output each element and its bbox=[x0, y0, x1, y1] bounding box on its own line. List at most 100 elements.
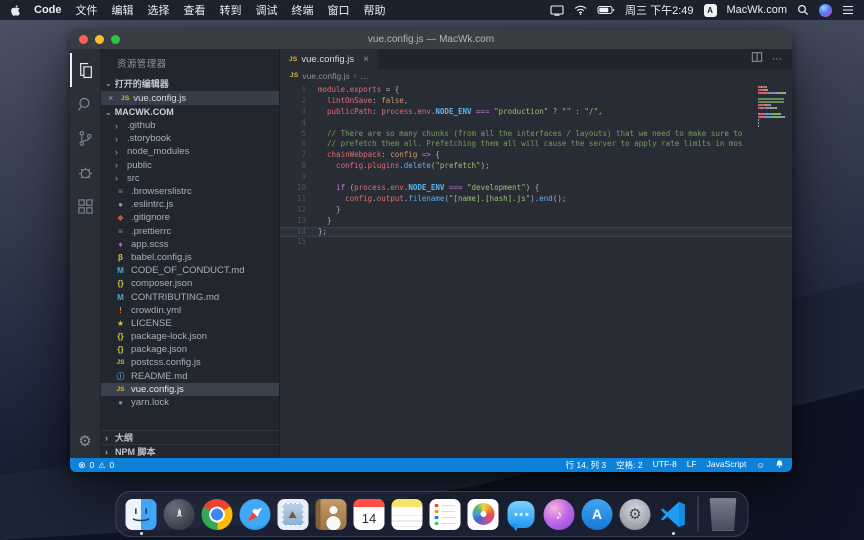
workspace-root-header[interactable]: ⌄ MACWK.COM bbox=[101, 105, 279, 119]
tree-item-.storybook[interactable]: ›.storybook bbox=[101, 132, 279, 145]
split-editor-icon[interactable] bbox=[751, 50, 763, 68]
extensions-icon[interactable] bbox=[70, 189, 100, 223]
tree-item-babel.config.js[interactable]: βbabel.config.js bbox=[101, 251, 279, 264]
tree-item-yarn.lock[interactable]: ●yarn.lock bbox=[101, 396, 279, 409]
dock-launchpad-icon[interactable] bbox=[164, 499, 195, 530]
open-editor-item[interactable]: × JS vue.config.js bbox=[101, 91, 279, 105]
dock-messages-icon[interactable] bbox=[506, 499, 537, 530]
window-title-bar[interactable]: vue.config.js — MacWk.com bbox=[70, 30, 792, 49]
tree-item-src[interactable]: ›src bbox=[101, 172, 279, 185]
dock-contacts-icon[interactable] bbox=[316, 499, 347, 530]
code-line-7[interactable]: 7 chainWebpack: config => { bbox=[280, 150, 792, 161]
menu-item-调试[interactable]: 调试 bbox=[256, 5, 278, 17]
input-method-icon[interactable]: A bbox=[704, 4, 717, 17]
battery-icon[interactable] bbox=[597, 5, 615, 15]
open-editors-header[interactable]: ⌄ 打开的编辑器 bbox=[101, 76, 279, 91]
menu-clock[interactable]: 周三 下午2:49 bbox=[625, 2, 693, 18]
code-line-9[interactable]: 9 bbox=[280, 172, 792, 183]
minimize-button[interactable] bbox=[95, 35, 104, 44]
dock-mail-icon[interactable] bbox=[278, 499, 309, 530]
status-item[interactable]: 空格: 2 bbox=[616, 459, 642, 471]
code-line-8[interactable]: 8 config.plugins.delete("prefetch"); bbox=[280, 161, 792, 172]
tree-item-vue.config.js[interactable]: JSvue.config.js bbox=[101, 383, 279, 396]
tree-item-node_modules[interactable]: ›node_modules bbox=[101, 145, 279, 158]
spotlight-search-icon[interactable] bbox=[797, 4, 809, 16]
errors-count[interactable]: 0 bbox=[90, 460, 95, 470]
status-item[interactable]: JavaScript bbox=[707, 459, 747, 471]
tree-item-postcss.config.js[interactable]: JSpostcss.config.js bbox=[101, 356, 279, 369]
dock-itunes-icon[interactable]: ♪ bbox=[544, 499, 575, 530]
dock-trash-icon[interactable] bbox=[708, 499, 739, 530]
dock-appstore-icon[interactable]: A bbox=[582, 499, 613, 530]
status-item[interactable]: LF bbox=[687, 459, 697, 471]
feedback-smiley-icon[interactable]: ☺ bbox=[756, 460, 765, 470]
zoom-button[interactable] bbox=[111, 35, 120, 44]
dock-system-preferences-icon[interactable]: ⚙ bbox=[620, 499, 651, 530]
dock-reminders-icon[interactable] bbox=[430, 499, 461, 530]
dock-safari-icon[interactable] bbox=[240, 499, 271, 530]
minimap[interactable] bbox=[758, 86, 786, 131]
source-control-icon[interactable] bbox=[70, 121, 100, 155]
apple-menu-icon[interactable] bbox=[10, 4, 21, 17]
menu-item-终端[interactable]: 终端 bbox=[292, 5, 314, 17]
code-line-2[interactable]: 2 lintOnSave: false, bbox=[280, 96, 792, 107]
screen-mirroring-icon[interactable] bbox=[550, 5, 564, 16]
debug-icon[interactable] bbox=[70, 155, 100, 189]
menu-item-转到[interactable]: 转到 bbox=[220, 5, 242, 17]
warnings-count[interactable]: 0 bbox=[109, 460, 114, 470]
tree-item-.github[interactable]: ›.github bbox=[101, 119, 279, 132]
code-line-15[interactable]: 15 bbox=[280, 237, 792, 248]
status-item[interactable]: UTF-8 bbox=[653, 459, 677, 471]
npm-scripts-section-header[interactable]: › NPM 脚本 bbox=[101, 444, 279, 458]
tree-item-.browserslistrc[interactable]: ≡.browserslistrc bbox=[101, 185, 279, 198]
menu-item-窗口[interactable]: 窗口 bbox=[328, 5, 350, 17]
close-button[interactable] bbox=[79, 35, 88, 44]
code-line-13[interactable]: 13 } bbox=[280, 216, 792, 227]
notification-center-icon[interactable] bbox=[842, 5, 854, 15]
code-line-11[interactable]: 11 config.output.filename("[name].[hash]… bbox=[280, 194, 792, 205]
siri-icon[interactable] bbox=[819, 4, 832, 17]
tree-item-CODE_OF_CONDUCT.md[interactable]: MCODE_OF_CONDUCT.md bbox=[101, 264, 279, 277]
breadcrumb-symbol[interactable]: … bbox=[360, 71, 369, 81]
explorer-icon[interactable] bbox=[70, 53, 100, 87]
code-line-3[interactable]: 3 publicPath: process.env.NODE_ENV === "… bbox=[280, 107, 792, 118]
warnings-icon[interactable]: ⚠ bbox=[98, 461, 105, 470]
wifi-icon[interactable] bbox=[574, 5, 587, 15]
tree-item-LICENSE[interactable]: ★LICENSE bbox=[101, 317, 279, 330]
tree-item-package.json[interactable]: {}package.json bbox=[101, 343, 279, 356]
menu-item-文件[interactable]: 文件 bbox=[76, 5, 98, 17]
settings-gear-icon[interactable]: ⚙ bbox=[78, 429, 91, 453]
code-line-1[interactable]: 1module.exports = { bbox=[280, 85, 792, 96]
menu-item-帮助[interactable]: 帮助 bbox=[364, 5, 386, 17]
status-item[interactable]: 行 14, 列 3 bbox=[566, 459, 607, 471]
menu-extra-label[interactable]: MacWk.com bbox=[727, 4, 788, 16]
tree-item-composer.json[interactable]: {}composer.json bbox=[101, 277, 279, 290]
outline-section-header[interactable]: › 大纲 bbox=[101, 430, 279, 444]
dock-notes-icon[interactable] bbox=[392, 499, 423, 530]
tree-item-README.md[interactable]: ⓘREADME.md bbox=[101, 370, 279, 383]
errors-icon[interactable]: ⊗ bbox=[78, 460, 86, 471]
app-menu-code[interactable]: Code bbox=[34, 4, 62, 16]
close-file-icon[interactable]: × bbox=[108, 93, 117, 103]
more-actions-icon[interactable]: ⋯ bbox=[772, 54, 783, 65]
code-line-4[interactable]: 4 bbox=[280, 118, 792, 129]
dock-chrome-icon[interactable] bbox=[202, 499, 233, 530]
code-line-5[interactable]: 5 // There are so many chunks (from all … bbox=[280, 129, 792, 140]
tree-item-app.scss[interactable]: ♦app.scss bbox=[101, 238, 279, 251]
menu-item-编辑[interactable]: 编辑 bbox=[112, 5, 134, 17]
menu-item-选择[interactable]: 选择 bbox=[148, 5, 170, 17]
tab-close-icon[interactable]: × bbox=[363, 54, 369, 65]
dock-photos-icon[interactable] bbox=[468, 499, 499, 530]
tree-item-package-lock.json[interactable]: {}package-lock.json bbox=[101, 330, 279, 343]
dock-finder-icon[interactable] bbox=[126, 499, 157, 530]
tree-item-.eslintrc.js[interactable]: ●.eslintrc.js bbox=[101, 198, 279, 211]
menu-item-查看[interactable]: 查看 bbox=[184, 5, 206, 17]
tree-item-crowdin.yml[interactable]: !crowdin.yml bbox=[101, 304, 279, 317]
notifications-bell-icon[interactable] bbox=[775, 459, 784, 471]
breadcrumb-file[interactable]: vue.config.js bbox=[302, 71, 349, 81]
code-line-14[interactable]: 14}; bbox=[280, 227, 792, 238]
dock-vscode-icon[interactable] bbox=[658, 499, 689, 530]
code-line-10[interactable]: 10 if (process.env.NODE_ENV === "develop… bbox=[280, 183, 792, 194]
code-line-12[interactable]: 12 } bbox=[280, 205, 792, 216]
tree-item-.gitignore[interactable]: ◆.gitignore bbox=[101, 211, 279, 224]
